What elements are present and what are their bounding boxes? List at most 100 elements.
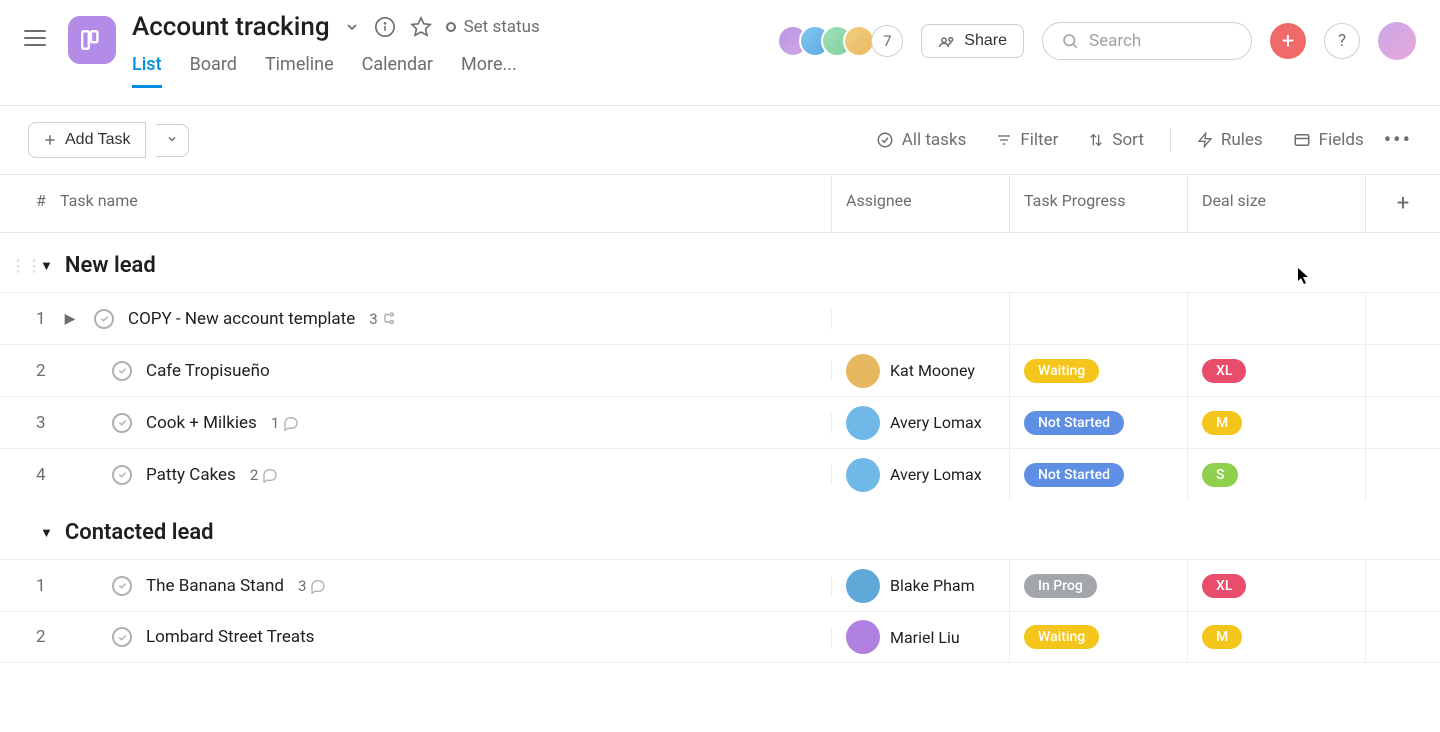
- section-header[interactable]: ▼Contacted lead: [0, 500, 1440, 559]
- task-name: The Banana Stand: [146, 576, 284, 596]
- deal-size-cell[interactable]: M: [1188, 397, 1366, 448]
- sort-button[interactable]: Sort: [1078, 130, 1154, 150]
- all-tasks-filter[interactable]: All tasks: [866, 130, 977, 150]
- complete-check-icon[interactable]: [112, 576, 132, 596]
- menu-toggle-icon[interactable]: [24, 30, 46, 46]
- project-tabs: List Board Timeline Calendar More...: [132, 54, 787, 88]
- filter-button[interactable]: Filter: [986, 130, 1068, 150]
- row-number: 3: [0, 413, 60, 433]
- progress-pill: Not Started: [1024, 463, 1124, 487]
- assignee-avatar: [846, 620, 880, 654]
- deal-size-cell[interactable]: S: [1188, 449, 1366, 500]
- tab-more[interactable]: More...: [461, 54, 517, 88]
- deal-size-cell[interactable]: [1188, 293, 1366, 344]
- current-user-avatar[interactable]: [1378, 22, 1416, 60]
- more-options-icon[interactable]: •••: [1384, 128, 1412, 153]
- column-progress[interactable]: Task Progress: [1010, 175, 1188, 232]
- deal-size-cell[interactable]: M: [1188, 612, 1366, 662]
- task-row[interactable]: 1▶COPY - New account template3: [0, 292, 1440, 344]
- assignee-cell[interactable]: [832, 293, 1010, 344]
- add-column-button[interactable]: +: [1366, 175, 1440, 232]
- list-toolbar: Add Task All tasks Filter Sort Rules Fie…: [0, 106, 1440, 174]
- column-number: #: [0, 175, 60, 232]
- search-input[interactable]: Search: [1042, 22, 1252, 60]
- deal-pill: M: [1202, 411, 1242, 435]
- project-icon[interactable]: [68, 16, 116, 64]
- assignee-cell[interactable]: Blake Pham: [832, 560, 1010, 611]
- tab-calendar[interactable]: Calendar: [362, 54, 433, 88]
- row-number: 1: [0, 576, 60, 596]
- set-status-label: Set status: [464, 17, 540, 37]
- complete-check-icon[interactable]: [94, 309, 114, 329]
- cursor-icon: [1298, 268, 1314, 284]
- task-row[interactable]: 2Lombard Street TreatsMariel LiuWaitingM: [0, 611, 1440, 663]
- share-label: Share: [964, 32, 1007, 50]
- tab-list[interactable]: List: [132, 54, 162, 88]
- column-assignee[interactable]: Assignee: [832, 175, 1010, 232]
- assignee-cell[interactable]: Avery Lomax: [832, 449, 1010, 500]
- column-task-name[interactable]: Task name: [60, 175, 832, 232]
- task-row[interactable]: 2 Cafe Tropisueño Kat Mooney Waiting XL: [0, 344, 1440, 396]
- assignee-cell[interactable]: Avery Lomax: [832, 397, 1010, 448]
- assignee-avatar: [846, 569, 880, 603]
- progress-cell[interactable]: Waiting: [1010, 612, 1188, 662]
- progress-cell[interactable]: [1010, 293, 1188, 344]
- complete-check-icon[interactable]: [112, 465, 132, 485]
- column-header-row: # Task name Assignee Task Progress Deal …: [0, 174, 1440, 233]
- add-task-dropdown[interactable]: [156, 124, 189, 157]
- global-add-button[interactable]: +: [1270, 23, 1306, 59]
- task-name: COPY - New account template: [128, 309, 355, 329]
- progress-cell[interactable]: In Prog: [1010, 560, 1188, 611]
- complete-check-icon[interactable]: [112, 627, 132, 647]
- subtask-count[interactable]: 3: [369, 310, 399, 328]
- help-button[interactable]: ?: [1324, 23, 1360, 59]
- share-button[interactable]: Share: [921, 24, 1024, 58]
- progress-pill: Not Started: [1024, 411, 1124, 435]
- deal-pill: XL: [1202, 359, 1246, 383]
- project-dropdown-icon[interactable]: [344, 19, 360, 35]
- task-row[interactable]: 1 The Banana Stand 3 Blake Pham In Prog XL: [0, 559, 1440, 611]
- task-row[interactable]: 3 Cook + Milkies 1 Avery Lomax Not Started M: [0, 396, 1440, 448]
- assignee-cell[interactable]: Kat Mooney: [832, 345, 1010, 396]
- project-title[interactable]: Account tracking: [132, 12, 330, 42]
- assignee-name: Blake Pham: [890, 576, 975, 595]
- assignee-cell[interactable]: Mariel Liu: [832, 612, 1010, 662]
- complete-check-icon[interactable]: [112, 413, 132, 433]
- fields-button[interactable]: Fields: [1283, 130, 1374, 150]
- info-icon[interactable]: [374, 16, 396, 38]
- deal-size-cell[interactable]: XL: [1188, 560, 1366, 611]
- progress-pill: In Prog: [1024, 574, 1097, 598]
- progress-cell[interactable]: Waiting: [1010, 345, 1188, 396]
- collapse-caret-icon[interactable]: ▼: [40, 258, 53, 274]
- deal-pill: XL: [1202, 574, 1246, 598]
- column-deal-size[interactable]: Deal size: [1188, 175, 1366, 232]
- tab-board[interactable]: Board: [190, 54, 237, 88]
- avatar-overflow-count[interactable]: 7: [871, 25, 903, 57]
- task-name: Cafe Tropisueño: [146, 361, 270, 381]
- star-icon[interactable]: [410, 16, 432, 38]
- row-number: 2: [0, 361, 60, 381]
- progress-cell[interactable]: Not Started: [1010, 449, 1188, 500]
- assignee-avatar: [846, 458, 880, 492]
- comment-count[interactable]: 3: [298, 577, 326, 595]
- set-status-button[interactable]: Set status: [446, 17, 540, 37]
- topbar: Account tracking Set status List Board Tim…: [0, 0, 1440, 106]
- task-row[interactable]: 4Patty Cakes2 Avery LomaxNot StartedS: [0, 448, 1440, 500]
- progress-pill: Waiting: [1024, 625, 1099, 649]
- drag-handle-icon[interactable]: ⋮⋮: [10, 256, 28, 275]
- add-task-button[interactable]: Add Task: [28, 122, 146, 158]
- member-avatars[interactable]: 7: [787, 25, 903, 57]
- tab-timeline[interactable]: Timeline: [265, 54, 334, 88]
- complete-check-icon[interactable]: [112, 361, 132, 381]
- collapse-caret-icon[interactable]: ▼: [40, 525, 53, 541]
- comment-count[interactable]: 1: [271, 414, 299, 432]
- progress-cell[interactable]: Not Started: [1010, 397, 1188, 448]
- deal-size-cell[interactable]: XL: [1188, 345, 1366, 396]
- assignee-name: Kat Mooney: [890, 361, 975, 380]
- expand-caret-icon[interactable]: ▶: [60, 311, 80, 327]
- rules-button[interactable]: Rules: [1187, 130, 1273, 150]
- comment-count[interactable]: 2: [250, 466, 278, 484]
- task-name: Cook + Milkies: [146, 413, 257, 433]
- assignee-avatar: [846, 406, 880, 440]
- section-header[interactable]: ⋮⋮▼New lead: [0, 233, 1440, 292]
